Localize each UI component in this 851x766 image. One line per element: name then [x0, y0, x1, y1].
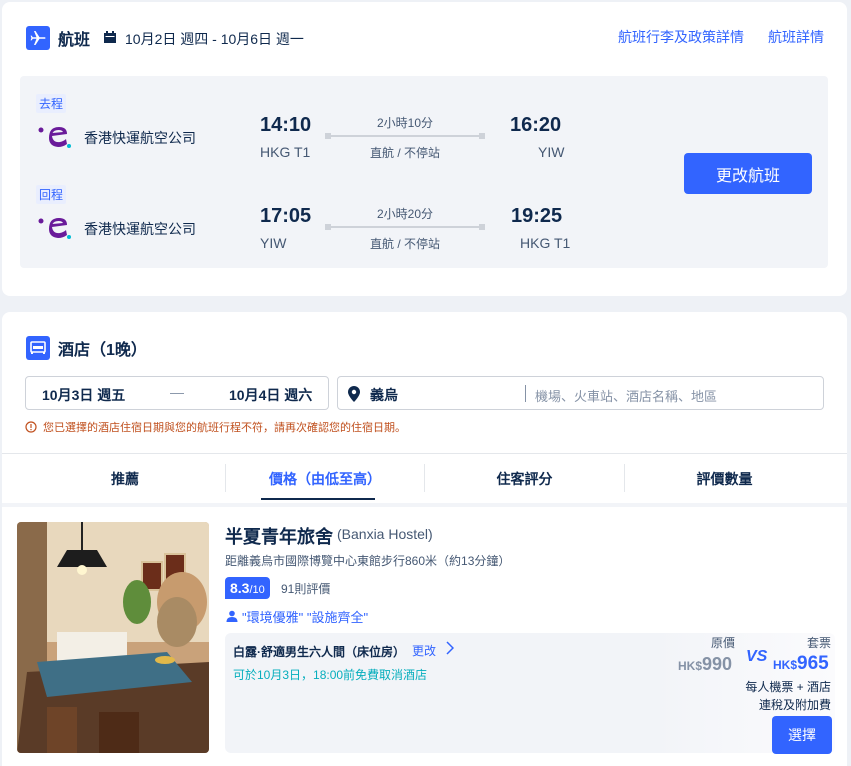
package-currency: HK$	[773, 658, 798, 672]
tab-guest-rating[interactable]: 住客評分	[425, 462, 624, 496]
airline-logo-icon	[38, 213, 72, 246]
score-badge: 8.3/10	[225, 577, 270, 599]
change-flight-button[interactable]: 更改航班	[684, 153, 812, 194]
outbound-arr-time: 16:20	[510, 114, 562, 136]
outbound-arr-code: YIW	[538, 144, 565, 160]
bed-icon	[26, 336, 50, 360]
score-value: 8.3	[230, 580, 250, 596]
select-button[interactable]: 選擇	[772, 716, 832, 754]
input-divider	[525, 385, 526, 402]
return-dep-code: YIW	[260, 235, 287, 251]
date-range-field[interactable]: 10月3日 週五 — 10月4日 週六	[25, 376, 329, 410]
chevron-right-icon[interactable]	[446, 641, 455, 660]
sort-divider-top	[2, 453, 847, 454]
original-price-label: 原價	[711, 636, 736, 650]
baggage-policy-link[interactable]: 航班行李及政策詳情	[618, 27, 744, 47]
date-mismatch-warning: 您已選擇的酒店住宿日期與您的航班行程不符，請再次確認您的住宿日期。	[43, 422, 406, 434]
airline-logo-icon	[38, 122, 72, 155]
calendar-icon	[103, 30, 117, 49]
outbound-dep-time: 14:10	[260, 114, 312, 136]
flight-title: 航班	[58, 32, 91, 49]
flight-itinerary: 去程 香港快運航空公司 14:10 HKG T1 2小時10分 直航 / 不停站…	[20, 76, 828, 268]
location-pin-icon	[348, 386, 360, 407]
original-amount: 990	[702, 654, 733, 674]
package-price: HK$ 965	[773, 653, 829, 675]
tab-review-count[interactable]: 評價數量	[625, 462, 824, 496]
date-separator: —	[170, 384, 184, 400]
outbound-tag: 去程	[36, 94, 67, 113]
package-price-label: 套票	[807, 636, 832, 650]
review-highlights: "環境優雅" "設施齊全"	[242, 610, 369, 625]
price-note-taxes: 連稅及附加費	[758, 698, 831, 712]
hotel-title: 酒店（1晚）	[58, 342, 147, 359]
checkout-date[interactable]: 10月4日 週六	[229, 385, 312, 405]
outbound-duration: 2小時10分	[376, 116, 434, 130]
price-note-per-person: 每人機票 + 酒店	[745, 680, 831, 694]
vs-mark: VS	[746, 648, 768, 665]
return-duration: 2小時20分	[376, 207, 434, 221]
original-price: HK$ 990	[678, 654, 732, 675]
outbound-stops: 直航 / 不停站	[369, 146, 440, 160]
flight-card: 航班 10月2日 週四 - 10月6日 週一 航班行李及政策詳情 航班詳情 去程…	[2, 2, 847, 296]
hotel-photo[interactable]	[17, 522, 209, 753]
package-amount: 965	[797, 653, 829, 674]
return-arr-code: HKG T1	[520, 235, 571, 251]
destination-field[interactable]: 義烏 機場、火車站、酒店名稱、地區	[337, 376, 824, 410]
warning-icon	[25, 420, 37, 438]
user-icon	[226, 609, 238, 627]
return-dep-time: 17:05	[260, 205, 312, 227]
plane-icon	[26, 26, 50, 50]
active-tab-underline	[261, 498, 375, 500]
change-room-link[interactable]: 更改	[412, 642, 436, 659]
flight-dates: 10月2日 週四 - 10月6日 週一	[125, 31, 304, 47]
score-max: /10	[249, 584, 265, 596]
return-stops: 直航 / 不停站	[369, 237, 440, 251]
return-route-line	[325, 224, 485, 230]
outbound-dep-code: HKG T1	[260, 144, 311, 160]
hotel-name[interactable]: 半夏青年旅舍	[225, 523, 333, 549]
search-placeholder[interactable]: 機場、火車站、酒店名稱、地區	[535, 386, 717, 405]
flight-details-link[interactable]: 航班詳情	[768, 27, 824, 47]
return-arr-time: 19:25	[511, 205, 563, 227]
outbound-route-line	[325, 133, 485, 139]
sort-divider-bottom	[2, 503, 847, 507]
free-cancellation: 可於10月3日，18:00前免費取消酒店	[233, 668, 428, 682]
hotel-name-en: (Banxia Hostel)	[337, 526, 433, 542]
hotel-distance: 距離義烏市國際博覽中心東館步行860米（約13分鐘）	[225, 554, 511, 568]
return-airline: 香港快運航空公司	[84, 221, 196, 237]
room-type: 白露·舒適男生六人間（床位房）	[233, 645, 405, 659]
original-currency: HK$	[678, 659, 703, 673]
tab-recommended[interactable]: 推薦	[25, 462, 225, 496]
outbound-airline: 香港快運航空公司	[84, 130, 196, 146]
tab-price-low-high[interactable]: 價格（由低至高）	[226, 462, 424, 496]
checkin-date[interactable]: 10月3日 週五	[42, 385, 125, 405]
destination-city[interactable]: 義烏	[370, 385, 398, 405]
return-tag: 回程	[36, 185, 67, 204]
review-count[interactable]: 91則評價	[281, 580, 330, 597]
